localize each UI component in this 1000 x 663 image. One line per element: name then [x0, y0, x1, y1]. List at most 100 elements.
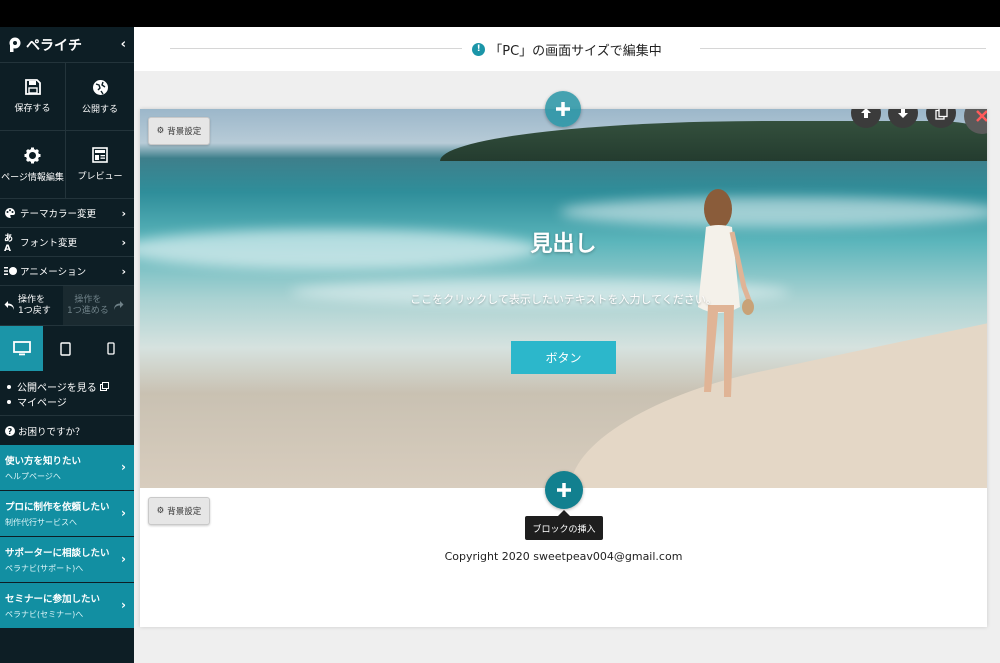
save-icon: [24, 79, 41, 95]
preview-button[interactable]: プレビュー: [66, 131, 134, 199]
sidebar-links: 公開ページを見る マイページ: [0, 371, 134, 416]
save-label: 保存する: [14, 104, 51, 114]
gear-icon: [24, 147, 41, 163]
help-label: お困りですか？: [18, 426, 85, 438]
insert-block-top-button[interactable]: [545, 91, 581, 127]
promo-seminar-sub: ペラナビ(セミナー)へ: [5, 610, 84, 619]
editor-area: ! 「PC」の画面サイズで編集中 ⚙ 背景設定 見出し ここをクリックして表示し…: [134, 27, 1000, 663]
menu-theme-color-label: テーマカラー変更: [20, 209, 97, 220]
view-public-page-link[interactable]: 公開ページを見る: [5, 379, 134, 394]
insert-block-tooltip: ブロックの挿入: [525, 510, 603, 540]
hero-cta-button[interactable]: ボタン: [511, 341, 616, 374]
insert-block-button[interactable]: [545, 471, 583, 509]
publish-button[interactable]: 公開する: [66, 63, 134, 131]
redo-label-2: 1つ進める: [67, 305, 109, 316]
page-info-button[interactable]: ページ情報編集: [0, 131, 66, 199]
chevron-right-icon: ›: [121, 206, 126, 220]
preview-icon: [92, 147, 108, 163]
background-settings-label: 背景設定: [167, 507, 202, 517]
undo-button[interactable]: 操作を 1つ戻す: [0, 286, 63, 325]
menu-animation-label: アニメーション: [20, 267, 87, 278]
hero-background-wave: [560, 197, 987, 227]
info-icon: !: [472, 42, 486, 56]
promo-help[interactable]: 使い方を知りたい ヘルプページへ ›: [0, 445, 134, 491]
save-button[interactable]: 保存する: [0, 63, 66, 131]
chevron-right-icon: ›: [121, 264, 126, 278]
gear-icon: ⚙: [156, 506, 165, 516]
device-switcher: [0, 326, 134, 371]
chevron-right-icon: ›: [121, 506, 126, 520]
redo-label-1: 操作を: [74, 294, 102, 305]
footer-copyright[interactable]: Copyright 2020 sweetpeav004@gmail.com: [140, 550, 987, 563]
external-link-icon: [99, 382, 109, 391]
hero-background-sand: [554, 307, 987, 488]
plus-icon: [557, 483, 571, 497]
hero-text[interactable]: ここをクリックして表示したいテキストを入力してください。: [140, 291, 987, 307]
chevron-right-icon: ›: [121, 552, 126, 566]
page-canvas: ⚙ 背景設定 見出し ここをクリックして表示したいテキストを入力してください。 …: [140, 91, 987, 627]
app-logo-text: ペライチ: [26, 37, 82, 54]
sidebar-header: ペライチ ‹: [0, 27, 134, 63]
preview-label: プレビュー: [77, 172, 123, 182]
plus-icon: [556, 102, 570, 116]
promo-help-sub: ヘルプページへ: [5, 472, 61, 481]
chevron-right-icon: ›: [121, 235, 126, 249]
divider: [700, 48, 986, 49]
tablet-icon: [59, 341, 71, 356]
promo-production-title: プロに制作を依頼したい: [5, 502, 110, 513]
animation-icon: [4, 266, 18, 276]
publish-icon: [92, 79, 108, 95]
mobile-icon: [106, 342, 115, 355]
sidebar-actions: 保存する 公開する ページ情報編集 プレビュー: [0, 63, 134, 199]
hero-heading[interactable]: 見出し: [140, 226, 987, 258]
redo-icon: [113, 301, 124, 310]
promo-production-sub: 制作代行サービスへ: [5, 518, 77, 527]
close-icon: [976, 110, 987, 122]
undo-label-2: 1つ戻す: [18, 305, 51, 316]
undo-icon: [4, 301, 14, 310]
background-settings-button[interactable]: ⚙ 背景設定: [148, 497, 210, 525]
promo-help-title: 使い方を知りたい: [5, 456, 82, 467]
sidebar: ペライチ ‹ 保存する 公開する ページ情報編集 プレビュー テーマカラー変更 …: [0, 27, 134, 663]
bullet: [7, 384, 11, 389]
view-public-page-label: 公開ページを見る: [17, 383, 97, 394]
collapse-sidebar-icon[interactable]: ‹: [121, 37, 126, 52]
bullet: [7, 399, 11, 404]
gear-icon: ⚙: [156, 126, 165, 136]
chevron-right-icon: ›: [121, 598, 126, 612]
promo-supporter-title: サポーターに相談したい: [5, 548, 110, 559]
arrow-up-icon: [861, 109, 871, 118]
my-page-link[interactable]: マイページ: [5, 394, 134, 409]
arrow-down-icon: [898, 109, 908, 118]
promo-supporter[interactable]: サポーターに相談したい ペラナビ(サポート)へ ›: [0, 537, 134, 583]
redo-button[interactable]: 操作を 1つ進める: [63, 286, 134, 325]
logo-icon: [8, 37, 22, 53]
mode-bar: ! 「PC」の画面サイズで編集中: [134, 27, 1000, 71]
device-desktop-button[interactable]: [0, 326, 43, 371]
menu-theme-color[interactable]: テーマカラー変更 ›: [0, 199, 134, 228]
promo-production[interactable]: プロに制作を依頼したい 制作代行サービスへ ›: [0, 491, 134, 537]
divider: [170, 48, 462, 49]
menu-animation[interactable]: アニメーション ›: [0, 257, 134, 286]
font-icon: あA: [4, 233, 14, 254]
top-black-bar: [0, 0, 1000, 27]
copy-icon: [934, 109, 948, 120]
svg-text:?: ?: [8, 427, 13, 436]
menu-font[interactable]: あA フォント変更 ›: [0, 228, 134, 257]
chevron-right-icon: ›: [121, 460, 126, 474]
menu-font-label: フォント変更: [20, 238, 78, 249]
promo-supporter-sub: ペラナビ(サポート)へ: [5, 564, 84, 573]
my-page-label: マイページ: [17, 398, 67, 409]
promo-seminar[interactable]: セミナーに参加したい ペラナビ(セミナー)へ ›: [0, 583, 134, 629]
question-icon: ?: [5, 425, 15, 436]
background-settings-button[interactable]: ⚙ 背景設定: [148, 117, 210, 145]
history-controls: 操作を 1つ戻す 操作を 1つ進める: [0, 286, 134, 326]
device-mobile-button[interactable]: [87, 326, 134, 371]
hero-block[interactable]: ⚙ 背景設定 見出し ここをクリックして表示したいテキストを入力してください。 …: [140, 109, 987, 488]
background-settings-label: 背景設定: [167, 127, 202, 137]
desktop-icon: [12, 341, 31, 356]
promo-seminar-title: セミナーに参加したい: [5, 594, 101, 605]
help-link[interactable]: ? お困りですか？: [0, 416, 134, 445]
device-tablet-button[interactable]: [43, 326, 87, 371]
undo-label-1: 操作を: [18, 294, 46, 305]
